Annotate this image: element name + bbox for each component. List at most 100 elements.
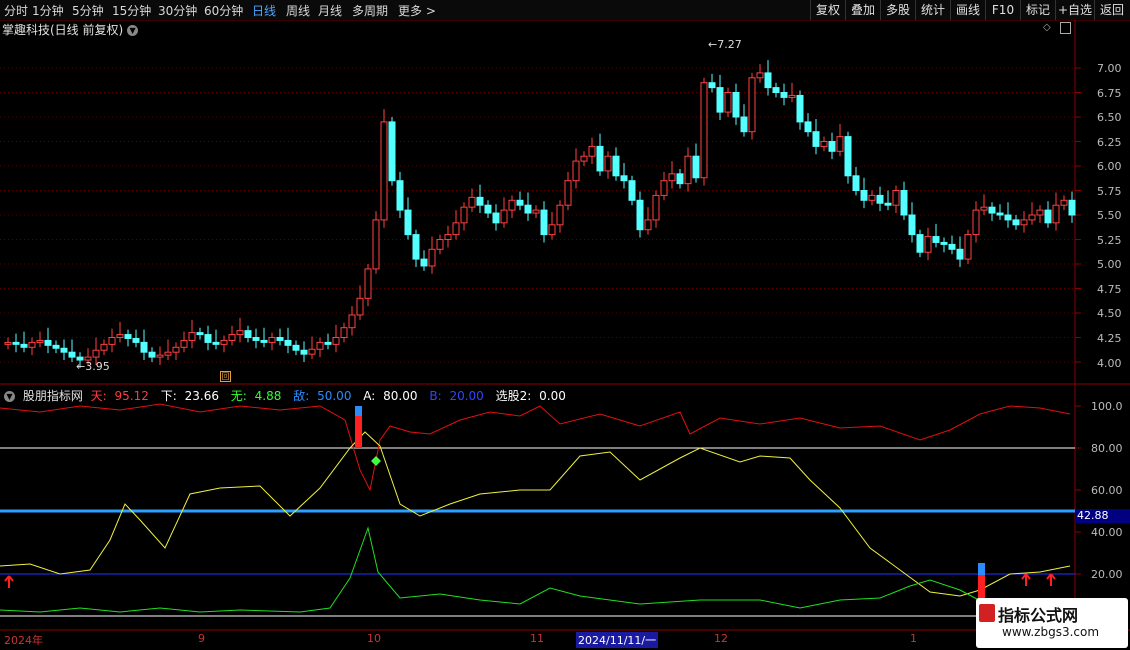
candle-body <box>244 330 252 339</box>
candle-body <box>924 236 932 253</box>
indicator-value-a: A: 80.00 <box>363 389 418 403</box>
candle-body <box>524 204 532 214</box>
candle-body <box>92 349 100 358</box>
indicator-value-tian: 天: 95.12 <box>90 389 149 403</box>
buy-arrow-icon <box>1021 573 1031 586</box>
candle-body <box>124 334 132 339</box>
candle-body <box>732 92 740 118</box>
candle-body <box>620 175 628 182</box>
candle-body <box>716 87 724 113</box>
candle-body <box>596 145 604 172</box>
indicator-tick: 100.0 <box>1091 400 1123 413</box>
candle-body <box>372 219 380 270</box>
candle-body <box>276 337 284 341</box>
candle-body <box>12 341 20 345</box>
indicator-tick: 40.00 <box>1091 526 1123 539</box>
candle-body <box>860 190 868 201</box>
candle-body <box>388 121 396 182</box>
candle-body <box>196 332 204 336</box>
chevron-down-icon[interactable]: ▼ <box>4 391 15 402</box>
candle-body <box>580 155 588 162</box>
x-axis-label: 1 <box>910 632 917 645</box>
candle-body <box>852 175 860 192</box>
candle-body <box>444 234 452 241</box>
candle-body <box>340 327 348 339</box>
candle-body <box>68 351 76 358</box>
candle-body <box>820 141 828 147</box>
event-marker-icon[interactable]: 回 <box>220 371 231 382</box>
x-axis-label: 11 <box>530 632 544 645</box>
candle-body <box>300 349 308 355</box>
price-tick: 5.75 <box>1097 185 1122 198</box>
candle-body <box>644 219 652 231</box>
candle-body <box>380 121 388 221</box>
candle-body <box>756 72 764 79</box>
candle-body <box>308 348 316 355</box>
candle-body <box>708 82 716 89</box>
candle-body <box>100 343 108 351</box>
signal-bar-blue <box>978 563 985 575</box>
candle-body <box>1068 199 1076 216</box>
signal-markers <box>4 406 1056 601</box>
candle-body <box>412 234 420 260</box>
candle-body <box>156 354 164 358</box>
candle-body <box>988 206 996 214</box>
price-tick: 5.25 <box>1097 234 1122 247</box>
price-tick: 4.00 <box>1097 357 1122 370</box>
watermark-url: www.zbgs3.com <box>1002 625 1100 639</box>
candle-body <box>20 343 28 348</box>
candle-body <box>116 334 124 338</box>
indicator-lines <box>0 403 1075 617</box>
candle-body <box>1044 209 1052 224</box>
price-tick: 6.75 <box>1097 87 1122 100</box>
candle-body <box>724 92 732 113</box>
candle-body <box>132 337 140 343</box>
candle-body <box>1060 199 1068 206</box>
high-price-label: ←7.27 <box>708 38 742 51</box>
candle-body <box>996 212 1004 216</box>
indicator-header: ▼ 股朋指标网 天: 95.12 下: 23.66 无: 4.88 敌: 50.… <box>4 387 574 404</box>
candle-body <box>452 222 460 236</box>
candle-body <box>932 236 940 243</box>
candle-body <box>1012 219 1020 226</box>
candle-body <box>812 131 820 147</box>
candle-body <box>628 180 636 201</box>
candle-body <box>188 332 196 341</box>
candle-body <box>172 346 180 353</box>
candle-body <box>636 199 644 231</box>
candle-body <box>900 190 908 216</box>
tian-line <box>0 403 1071 492</box>
candle-body <box>948 243 956 250</box>
candle-body <box>868 194 876 201</box>
candle-body <box>52 344 60 349</box>
candle-body <box>468 196 476 208</box>
indicator-value-wu: 无: 4.88 <box>230 389 282 403</box>
candle-body <box>828 141 836 152</box>
candle-body <box>564 180 572 206</box>
watermark-title: 指标公式网 <box>998 606 1079 625</box>
x-axis-label: 2024年 <box>4 634 43 647</box>
candle-body <box>348 314 356 329</box>
wu-line <box>0 526 1071 613</box>
low-price-label: ←3.95 <box>76 360 110 373</box>
candle-body <box>684 155 692 185</box>
candle-body <box>700 82 708 179</box>
candle-body <box>396 180 404 211</box>
price-tick: 6.00 <box>1097 160 1122 173</box>
candle-body <box>428 248 436 267</box>
xia-line <box>0 431 1071 597</box>
candle-body <box>148 351 156 358</box>
candle-body <box>180 339 188 348</box>
candle-body <box>204 334 212 343</box>
candle-body <box>236 330 244 336</box>
watermark-logo: 指标公式网 www.zbgs3.com <box>976 598 1128 648</box>
candle-body <box>692 155 700 179</box>
candle-body <box>884 202 892 206</box>
candle-body <box>356 297 364 316</box>
candle-body <box>1052 204 1060 224</box>
candle-body <box>652 194 660 221</box>
candle-body <box>844 136 852 177</box>
candle-body <box>764 72 772 89</box>
price-tick: 4.75 <box>1097 283 1122 296</box>
indicator-value-xia: 下: 23.66 <box>160 389 219 403</box>
